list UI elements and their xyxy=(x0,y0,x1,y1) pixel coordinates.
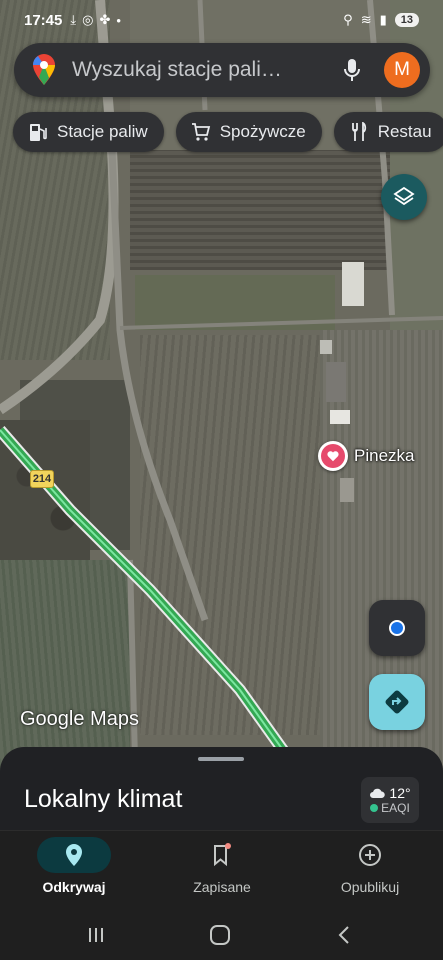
restaurant-icon xyxy=(348,121,370,143)
battery-indicator: 13 xyxy=(394,13,419,27)
my-location-button[interactable] xyxy=(369,600,425,656)
chip-label: Spożywcze xyxy=(219,122,306,141)
chip-groceries[interactable]: Spożywcze xyxy=(175,112,322,152)
signal-icon: ▮ xyxy=(379,12,387,27)
cloud-icon xyxy=(370,788,386,798)
account-avatar[interactable]: M xyxy=(384,52,420,88)
heart-pin-icon xyxy=(318,441,348,471)
location-dot-icon xyxy=(389,620,405,636)
saved-pin[interactable]: Pinezka xyxy=(318,441,414,471)
nav-explore[interactable]: Odkrywaj xyxy=(0,831,148,911)
temperature: 12° xyxy=(389,785,411,801)
search-bar[interactable]: Wyszukaj stacje pali… M xyxy=(14,43,430,97)
nav-label: Odkrywaj xyxy=(42,879,106,895)
status-bar: 17:45 ⤓ ◎ ✤ • ⚲ ≋ ▮ 13 xyxy=(0,0,443,40)
microphone-icon[interactable] xyxy=(338,56,366,84)
directions-button[interactable] xyxy=(369,674,425,730)
wifi-icon: ≋ xyxy=(360,12,372,27)
recent-apps-icon xyxy=(89,928,103,942)
home-button[interactable] xyxy=(205,922,235,948)
home-icon xyxy=(210,925,230,945)
add-circle-icon xyxy=(333,837,407,873)
pin-label: Pinezka xyxy=(354,446,415,465)
gas-station-icon xyxy=(27,121,49,143)
chip-label: Restau xyxy=(377,122,432,141)
chip-restaurants[interactable]: Restau xyxy=(333,112,443,152)
google-maps-logo-icon xyxy=(33,54,55,85)
nav-contribute[interactable]: Opublikuj xyxy=(296,831,443,911)
air-quality-label: EAQI xyxy=(381,801,410,815)
directions-icon xyxy=(385,690,409,714)
download-done-icon: ⤓ xyxy=(70,12,77,27)
chip-gas-stations[interactable]: Stacje paliw xyxy=(13,112,164,152)
bottom-navigation: Odkrywaj Zapisane Opublikuj xyxy=(0,830,443,910)
back-chevron-icon xyxy=(338,926,349,944)
recent-apps-button[interactable] xyxy=(81,922,111,948)
search-input[interactable]: Wyszukaj stacje pali… xyxy=(72,58,338,82)
weather-badge[interactable]: 12° EAQI xyxy=(361,777,419,823)
explore-bottom-sheet[interactable]: Lokalny klimat 12° EAQI xyxy=(0,747,443,837)
instagram-icon: ◎ xyxy=(82,12,94,27)
back-button[interactable] xyxy=(329,922,359,948)
layers-button[interactable] xyxy=(381,174,427,220)
layers-icon xyxy=(393,186,415,206)
status-time: 17:45 xyxy=(24,11,63,29)
nav-label: Opublikuj xyxy=(340,879,400,895)
location-pin-icon xyxy=(37,837,111,873)
category-chips: Stacje paliw Spożywcze Restau xyxy=(13,112,443,152)
sheet-title: Lokalny klimat xyxy=(24,785,183,813)
sheet-drag-handle[interactable] xyxy=(198,757,244,761)
notification-dot-icon: • xyxy=(116,12,121,28)
nav-saved[interactable]: Zapisane xyxy=(148,831,296,911)
cart-icon xyxy=(190,121,212,143)
air-quality-dot-icon xyxy=(370,804,379,812)
system-navigation-bar xyxy=(0,910,443,960)
fan-icon: ✤ xyxy=(99,12,111,27)
google-maps-watermark: Google Maps xyxy=(20,708,139,730)
route-number-badge: 214 xyxy=(30,470,54,488)
location-status-icon: ⚲ xyxy=(343,12,353,27)
bookmark-icon xyxy=(185,837,259,873)
chip-label: Stacje paliw xyxy=(57,122,148,141)
nav-label: Zapisane xyxy=(193,879,251,895)
